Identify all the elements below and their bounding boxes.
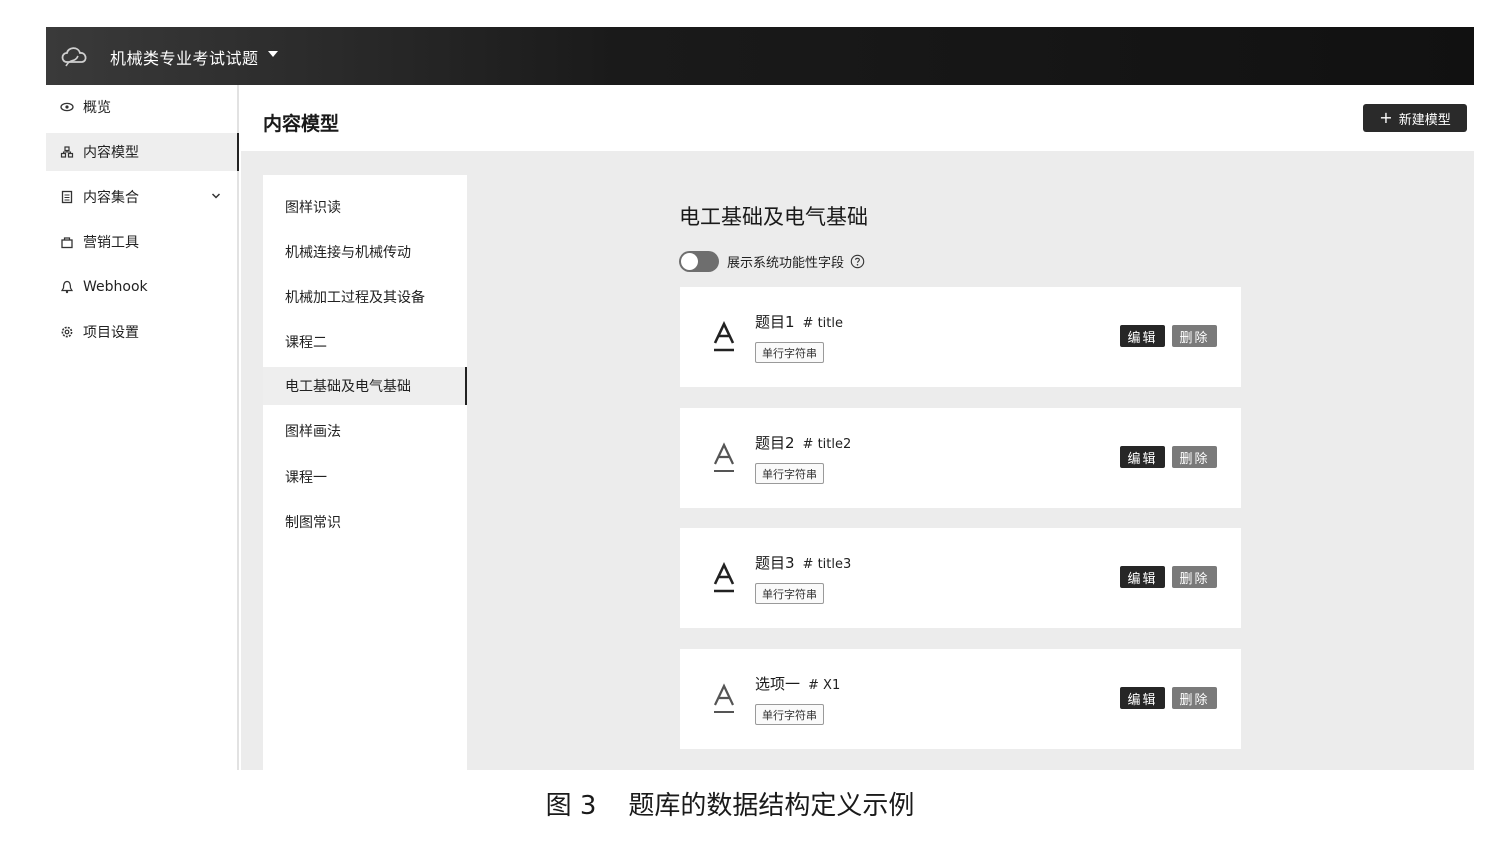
text-type-icon <box>713 321 735 352</box>
text-type-icon <box>714 442 734 472</box>
field-card: 选项一 # X1 单行字符串 编辑 删除 <box>680 649 1241 749</box>
model-item[interactable]: 课程二 <box>263 323 467 361</box>
field-card: 题目2 # title2 单行字符串 编辑 删除 <box>680 408 1241 508</box>
field-name-text: 选项一 <box>755 675 801 693</box>
project-title[interactable]: 机械类专业考试试题 <box>110 45 259 69</box>
edit-field-button[interactable]: 编辑 <box>1120 446 1165 468</box>
toggle-knob <box>681 253 698 270</box>
caret-down-icon[interactable] <box>268 51 278 57</box>
model-item-label: 制图常识 <box>285 515 341 531</box>
delete-field-button[interactable]: 删除 <box>1172 325 1217 347</box>
sidebar-item-content-model[interactable]: 内容模型 <box>46 133 239 171</box>
field-type-tag: 单行字符串 <box>755 704 824 725</box>
edit-field-button[interactable]: 编辑 <box>1120 566 1165 588</box>
model-title: 电工基础及电气基础 <box>679 205 868 229</box>
field-key: # title3 <box>802 557 852 572</box>
model-item-label: 机械连接与机械传动 <box>285 245 411 261</box>
model-item[interactable]: 机械加工过程及其设备 <box>263 278 467 316</box>
chevron-down-icon[interactable] <box>211 192 221 200</box>
bag-icon <box>61 237 73 249</box>
figure-number: 图 3 <box>545 791 597 821</box>
field-name-text: 题目1 <box>755 313 795 331</box>
model-item-active[interactable]: 电工基础及电气基础 <box>263 367 467 405</box>
model-item-label: 机械加工过程及其设备 <box>285 290 425 306</box>
sidebar-item-label: 项目设置 <box>83 325 139 341</box>
delete-field-button[interactable]: 删除 <box>1172 687 1217 709</box>
sidebar-item-overview[interactable]: 概览 <box>46 88 239 126</box>
eye-icon <box>60 102 74 112</box>
sidebar-item-label: Webhook <box>83 279 148 295</box>
field-name: 题目3 # title3 <box>755 552 851 573</box>
model-item[interactable]: 图样识读 <box>263 188 467 226</box>
system-fields-toggle[interactable] <box>679 251 719 272</box>
field-key: # title2 <box>802 437 852 452</box>
sidebar-item-content-collection[interactable]: 内容集合 <box>46 178 239 216</box>
field-type-tag: 单行字符串 <box>755 463 824 484</box>
model-item-label: 图样识读 <box>285 200 341 216</box>
edit-field-button[interactable]: 编辑 <box>1120 325 1165 347</box>
field-name: 题目1 # title <box>755 311 843 332</box>
model-item-label: 电工基础及电气基础 <box>285 379 411 395</box>
model-item[interactable]: 图样画法 <box>263 412 467 450</box>
sidebar-item-label: 营销工具 <box>83 235 139 251</box>
edit-field-button[interactable]: 编辑 <box>1120 687 1165 709</box>
gear-icon <box>61 326 73 338</box>
sidebar-item-label: 概览 <box>83 100 111 116</box>
sidebar-item-label: 内容集合 <box>83 190 139 206</box>
new-model-button[interactable]: + 新建模型 <box>1363 104 1467 132</box>
content-area: 图样识读 机械连接与机械传动 机械加工过程及其设备 课程二 电工基础及电气基础 … <box>241 151 1474 770</box>
sidebar-item-label: 内容模型 <box>83 145 139 161</box>
new-model-label: 新建模型 <box>1398 112 1451 128</box>
field-card: 题目3 # title3 单行字符串 编辑 删除 <box>680 528 1241 628</box>
collection-icon <box>61 190 73 204</box>
cloud-logo-icon <box>61 47 87 67</box>
help-icon[interactable] <box>850 254 865 269</box>
system-fields-toggle-row: 展示系统功能性字段 <box>679 251 865 272</box>
toggle-label: 展示系统功能性字段 <box>727 256 845 271</box>
field-name: 选项一 # X1 <box>755 673 840 694</box>
text-type-icon <box>714 683 734 713</box>
sidebar-item-marketing[interactable]: 营销工具 <box>46 223 239 261</box>
field-card: 题目1 # title 单行字符串 编辑 删除 <box>680 287 1241 387</box>
page-title: 内容模型 <box>263 113 340 135</box>
field-key: # title <box>802 316 843 331</box>
model-item-label: 图样画法 <box>285 424 341 440</box>
figure-caption: 图 3 题库的数据结构定义示例 <box>0 785 1500 822</box>
app-window: 机械类专业考试试题 概览 内容模型 内容集合 营销工具 Webhook 项目设置 <box>46 27 1474 770</box>
model-item-label: 课程一 <box>285 470 327 486</box>
plus-icon: + <box>1379 108 1393 127</box>
model-detail: 电工基础及电气基础 展示系统功能性字段 题目1 # title 单行字符串 编辑 … <box>467 151 1474 770</box>
field-name-text: 题目3 <box>755 554 795 572</box>
model-item[interactable]: 制图常识 <box>263 503 467 541</box>
top-bar: 机械类专业考试试题 <box>46 27 1474 85</box>
delete-field-button[interactable]: 删除 <box>1172 446 1217 468</box>
sidebar-item-settings[interactable]: 项目设置 <box>46 313 239 351</box>
field-type-tag: 单行字符串 <box>755 342 824 363</box>
model-item-label: 课程二 <box>285 335 327 351</box>
figure-caption-text: 题库的数据结构定义示例 <box>628 791 915 821</box>
sidebar: 概览 内容模型 内容集合 营销工具 Webhook 项目设置 <box>46 85 239 770</box>
delete-field-button[interactable]: 删除 <box>1172 566 1217 588</box>
field-name: 题目2 # title2 <box>755 432 851 453</box>
page-header: 内容模型 + 新建模型 <box>241 85 1474 151</box>
field-type-tag: 单行字符串 <box>755 583 824 604</box>
sidebar-item-webhook[interactable]: Webhook <box>46 268 239 306</box>
field-key: # X1 <box>808 678 841 693</box>
webhook-icon <box>60 280 74 294</box>
model-item[interactable]: 机械连接与机械传动 <box>263 233 467 271</box>
model-item[interactable]: 课程一 <box>263 458 467 496</box>
model-list: 图样识读 机械连接与机械传动 机械加工过程及其设备 课程二 电工基础及电气基础 … <box>263 175 467 770</box>
field-name-text: 题目2 <box>755 434 795 452</box>
model-icon <box>60 146 74 158</box>
text-type-icon <box>713 562 735 593</box>
